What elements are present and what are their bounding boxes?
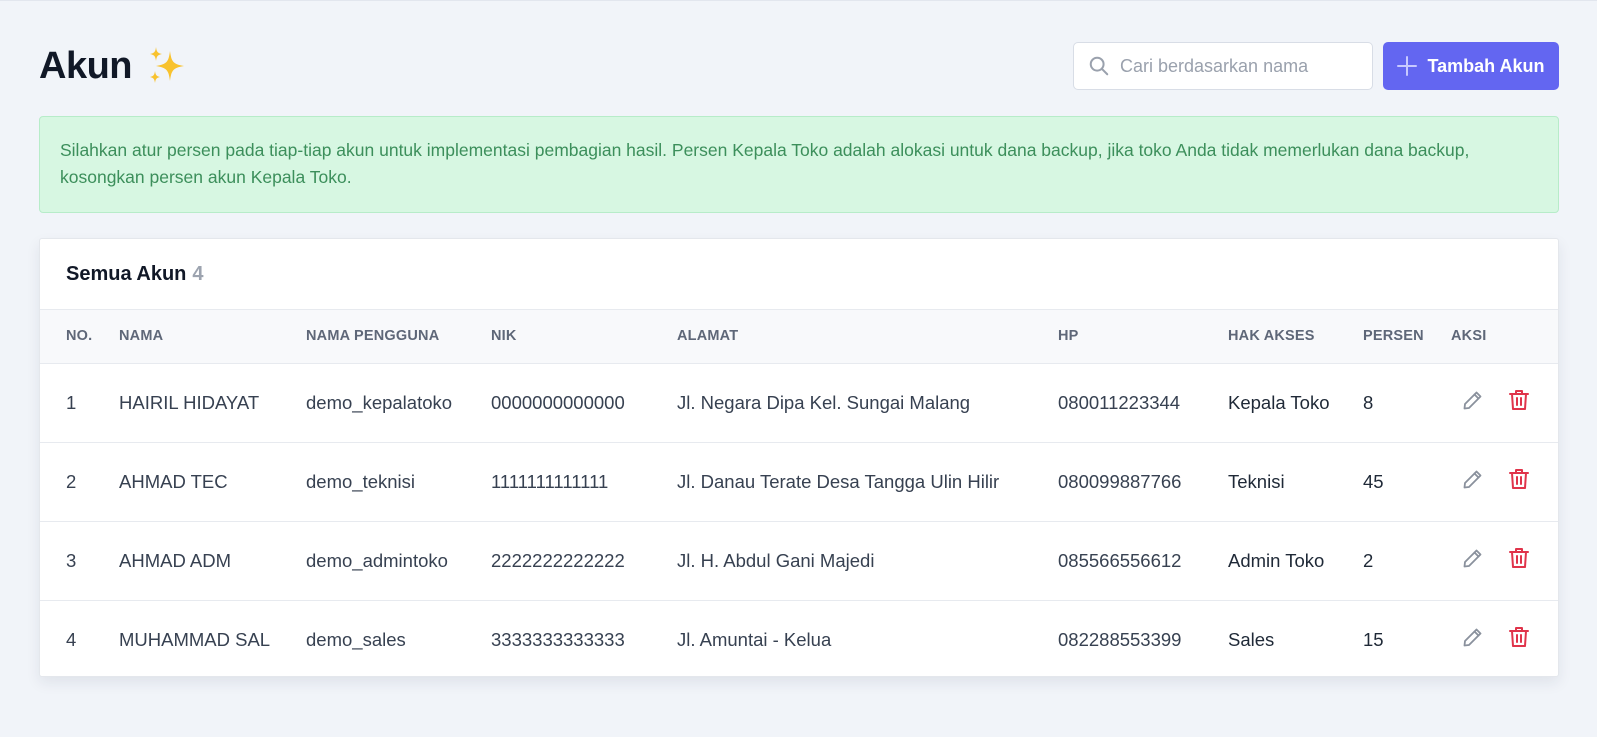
cell-hp: 085566556612: [1058, 549, 1182, 571]
row-actions: [1451, 546, 1558, 570]
cell-no: 1: [66, 391, 77, 413]
table-row: 3 AHMAD ADM demo_admintoko 2222222222222…: [40, 521, 1558, 600]
page-title: Akun: [39, 44, 133, 87]
cell-nama: HAIRIL HIDAYAT: [119, 391, 260, 413]
pencil-icon: [1463, 549, 1482, 567]
cell-nik: 3333333333333: [491, 628, 625, 650]
table-row: 4 MUHAMMAD SAL demo_sales 3333333333333 …: [40, 600, 1558, 676]
delete-button[interactable]: [1507, 467, 1531, 491]
search-icon: [1089, 56, 1109, 76]
table-row: 1 HAIRIL HIDAYAT demo_kepalatoko 0000000…: [40, 363, 1558, 442]
col-akses: HAK AKSES: [1228, 328, 1315, 345]
add-account-button[interactable]: Tambah Akun: [1383, 42, 1559, 90]
cell-username: demo_sales: [306, 628, 406, 650]
cell-nama: AHMAD ADM: [119, 549, 232, 571]
cell-username: demo_admintoko: [306, 549, 448, 571]
cell-no: 4: [66, 628, 77, 650]
pencil-icon: [1463, 391, 1482, 409]
row-actions: [1451, 467, 1558, 491]
delete-button[interactable]: [1507, 388, 1531, 412]
pencil-icon: [1463, 628, 1482, 647]
plus-icon: [1397, 56, 1418, 76]
col-no: NO.: [66, 328, 93, 345]
cell-nik: 2222222222222: [491, 549, 625, 571]
cell-akses: Kepala Toko: [1228, 391, 1330, 413]
info-alert: Silahkan atur persen pada tiap-tiap akun…: [39, 116, 1559, 213]
edit-button[interactable]: [1461, 388, 1485, 412]
cell-username: demo_kepalatoko: [306, 391, 453, 413]
cell-aksi: [1451, 521, 1558, 600]
table-row: 2 AHMAD TEC demo_teknisi 1111111111111 J…: [40, 442, 1558, 521]
accounts-card: Semua Akun 4 NO. NAMA NAMA PENGGUNA NIK …: [39, 238, 1559, 677]
cell-persen: 2: [1363, 549, 1374, 571]
cell-aksi: [1451, 442, 1558, 521]
trash-icon: [1509, 389, 1529, 410]
cell-akses: Teknisi: [1228, 470, 1285, 492]
cell-hp: 080099887766: [1058, 470, 1182, 492]
accounts-card-header: Semua Akun 4: [40, 239, 1558, 310]
cell-no: 2: [66, 470, 77, 492]
cell-nik: 1111111111111: [491, 470, 609, 492]
cell-persen: 45: [1363, 470, 1384, 492]
cell-persen: 8: [1363, 391, 1374, 413]
header-actions: Tambah Akun: [1073, 42, 1559, 90]
search-box[interactable]: [1073, 42, 1373, 90]
page-header: Akun Tambah Akun: [39, 41, 1559, 91]
col-persen: PERSEN: [1363, 328, 1424, 345]
accounts-table: NO. NAMA NAMA PENGGUNA NIK ALAMAT HP HAK…: [40, 310, 1558, 676]
delete-button[interactable]: [1507, 625, 1531, 649]
accounts-count: 4: [192, 262, 204, 285]
col-nik: NIK: [491, 328, 517, 345]
cell-persen: 15: [1363, 628, 1384, 650]
cell-hp: 080011223344: [1058, 391, 1181, 413]
cell-no: 3: [66, 549, 77, 571]
cell-alamat: Jl. Amuntai - Kelua: [677, 628, 832, 650]
edit-button[interactable]: [1461, 467, 1485, 491]
edit-button[interactable]: [1461, 625, 1485, 649]
trash-icon: [1509, 547, 1529, 568]
info-alert-text: Silahkan atur persen pada tiap-tiap akun…: [60, 140, 1470, 187]
page-title-group: Akun: [39, 45, 188, 88]
col-hp: HP: [1058, 328, 1079, 345]
cell-alamat: Jl. Negara Dipa Kel. Sungai Malang: [677, 391, 971, 413]
cell-akses: Sales: [1228, 628, 1275, 650]
trash-icon: [1509, 468, 1529, 489]
edit-button[interactable]: [1461, 546, 1485, 570]
cell-aksi: [1451, 600, 1558, 676]
cell-aksi: [1451, 363, 1558, 442]
cell-username: demo_teknisi: [306, 470, 416, 492]
cell-nama: MUHAMMAD SAL: [119, 628, 271, 650]
accounts-card-title: Semua Akun: [66, 262, 187, 285]
col-nama: NAMA: [119, 328, 164, 345]
add-account-label: Tambah Akun: [1427, 55, 1545, 76]
cell-nama: AHMAD TEC: [119, 470, 228, 492]
cell-nik: 0000000000000: [491, 391, 625, 413]
row-actions: [1451, 388, 1558, 412]
col-username: NAMA PENGGUNA: [306, 328, 440, 345]
col-alamat: ALAMAT: [677, 328, 739, 345]
trash-icon: [1509, 626, 1529, 647]
delete-button[interactable]: [1507, 546, 1531, 570]
cell-alamat: Jl. Danau Terate Desa Tangga Ulin Hilir: [677, 470, 1000, 492]
cell-alamat: Jl. H. Abdul Gani Majedi: [677, 549, 875, 571]
sparkles-icon: [150, 47, 184, 83]
search-input[interactable]: [1120, 55, 1360, 77]
table-header-row: NO. NAMA NAMA PENGGUNA NIK ALAMAT HP HAK…: [40, 310, 1558, 363]
pencil-icon: [1463, 470, 1482, 488]
cell-hp: 082288553399: [1058, 628, 1182, 650]
cell-akses: Admin Toko: [1228, 549, 1325, 571]
row-actions: [1451, 625, 1558, 649]
col-aksi: AKSI: [1451, 328, 1487, 345]
